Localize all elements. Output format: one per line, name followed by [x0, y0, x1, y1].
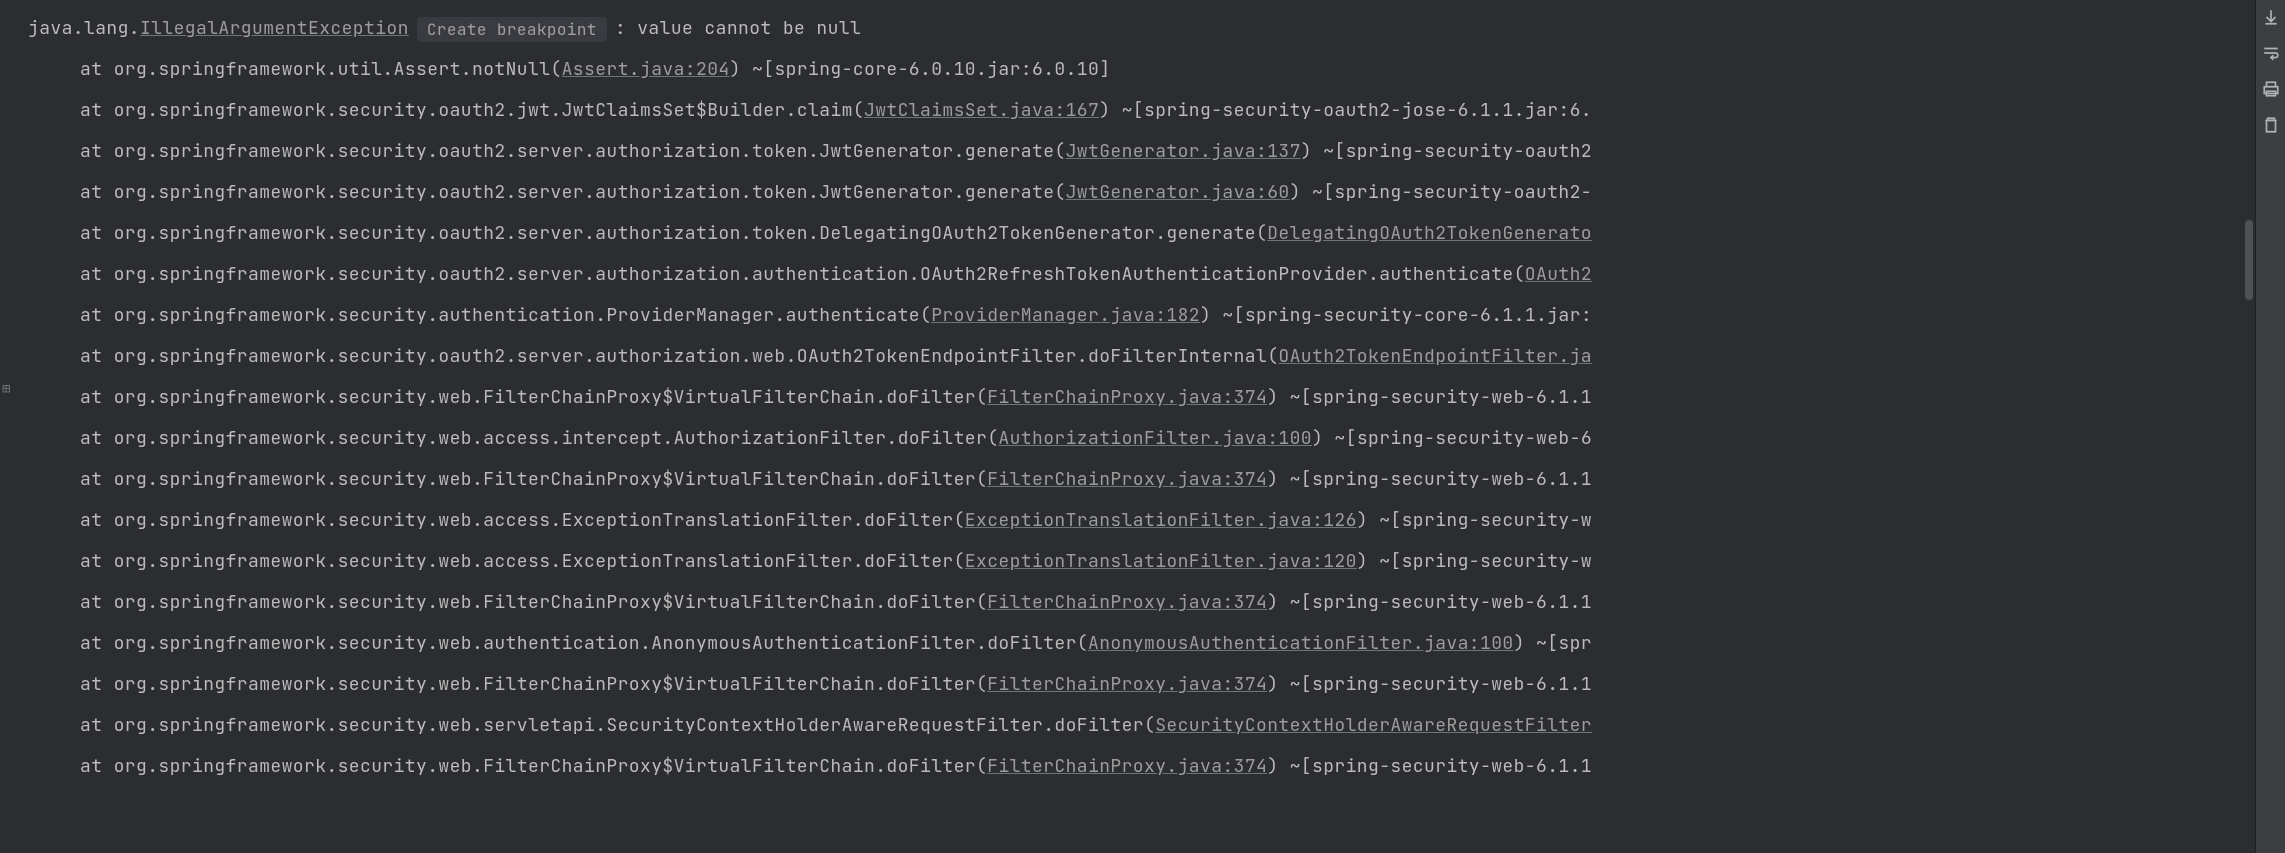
stack-frame-jar: ) ~[spring-security-w [1357, 509, 1592, 532]
stack-frame[interactable]: at org.springframework.security.oauth2.s… [20, 213, 2255, 254]
stack-frame[interactable]: at org.springframework.security.oauth2.s… [20, 336, 2255, 377]
stack-frame[interactable]: at org.springframework.security.web.Filt… [20, 377, 2255, 418]
stack-frame[interactable]: at org.springframework.security.web.acce… [20, 500, 2255, 541]
stack-frame[interactable]: at org.springframework.security.web.acce… [20, 541, 2255, 582]
stack-frame[interactable]: at org.springframework.security.web.acce… [20, 418, 2255, 459]
source-file-link[interactable]: AuthorizationFilter.java:100 [998, 427, 1312, 450]
stack-frame[interactable]: at org.springframework.security.oauth2.j… [20, 90, 2255, 131]
stack-frame-jar: ) ~[spring-security-oauth2- [1290, 181, 1592, 204]
stack-frame-jar: ) ~[spring-security-web-6 [1312, 427, 1592, 450]
scroll-to-end-icon[interactable] [2262, 8, 2280, 26]
source-file-link[interactable]: JwtClaimsSet.java:167 [864, 99, 1099, 122]
stack-frame[interactable]: at org.springframework.security.web.Filt… [20, 664, 2255, 705]
stack-frame-jar: ) ~[spr [1514, 632, 1592, 655]
stack-frame-jar: ) ~[spring-security-oauth2-jose-6.1.1.ja… [1099, 99, 1592, 122]
stack-frame-method: at org.springframework.security.web.acce… [80, 427, 998, 450]
create-breakpoint-inlay[interactable]: Create breakpoint [417, 17, 607, 42]
stack-frame[interactable]: at org.springframework.security.web.Filt… [20, 582, 2255, 623]
stack-frame[interactable]: at org.springframework.security.oauth2.s… [20, 254, 2255, 295]
stack-frame[interactable]: at org.springframework.security.web.Filt… [20, 746, 2255, 787]
stack-frame[interactable]: at org.springframework.security.web.Filt… [20, 459, 2255, 500]
stack-frame-method: at org.springframework.security.authenti… [80, 304, 931, 327]
stack-frame-method: at org.springframework.security.web.acce… [80, 550, 965, 573]
stack-frame-jar: ) ~[spring-security-core-6.1.1.jar: [1200, 304, 1592, 327]
source-file-link[interactable]: SecurityContextHolderAwareRequestFilter [1155, 714, 1592, 737]
stack-frame[interactable]: at org.springframework.security.web.auth… [20, 623, 2255, 664]
stack-frame-jar: ) ~[spring-security-web-6.1.1 [1267, 755, 1592, 778]
stack-frame-method: at org.springframework.security.oauth2.s… [80, 345, 1278, 368]
stack-frame-jar: ) ~[spring-security-w [1357, 550, 1592, 573]
stack-frame-jar: ) ~[spring-core-6.0.10.jar:6.0.10] [730, 58, 1111, 81]
source-file-link[interactable]: JwtGenerator.java:60 [1066, 181, 1290, 204]
right-toolbar [2255, 0, 2285, 853]
stack-frame-jar: ) ~[spring-security-oauth2 [1301, 140, 1592, 163]
source-file-link[interactable]: FilterChainProxy.java:374 [987, 755, 1267, 778]
stack-frame[interactable]: at org.springframework.security.oauth2.s… [20, 172, 2255, 213]
print-icon[interactable] [2262, 80, 2280, 98]
stack-frame[interactable]: at org.springframework.security.authenti… [20, 295, 2255, 336]
stack-frame-method: at org.springframework.security.web.Filt… [80, 591, 987, 614]
source-file-link[interactable]: Assert.java:204 [562, 58, 730, 81]
source-file-link[interactable]: DelegatingOAuth2TokenGenerato [1267, 222, 1592, 245]
stack-frame-method: at org.springframework.security.oauth2.s… [80, 222, 1267, 245]
source-file-link[interactable]: OAuth2 [1525, 263, 1592, 286]
stack-frame-jar: ) ~[spring-security-web-6.1.1 [1267, 591, 1592, 614]
source-file-link[interactable]: FilterChainProxy.java:374 [987, 673, 1267, 696]
soft-wrap-icon[interactable] [2262, 44, 2280, 62]
exception-message: : value cannot be null [615, 17, 861, 40]
source-file-link[interactable]: JwtGenerator.java:137 [1066, 140, 1301, 163]
source-file-link[interactable]: FilterChainProxy.java:374 [987, 591, 1267, 614]
exception-class-link[interactable]: IllegalArgumentException [140, 17, 409, 40]
stack-frame[interactable]: at org.springframework.util.Assert.notNu… [20, 49, 2255, 90]
stack-frame-method: at org.springframework.security.oauth2.s… [80, 263, 1525, 286]
stack-frame[interactable]: at org.springframework.security.web.serv… [20, 705, 2255, 746]
source-file-link[interactable]: FilterChainProxy.java:374 [987, 468, 1267, 491]
stack-frame-jar: ) ~[spring-security-web-6.1.1 [1267, 673, 1592, 696]
gutter: ⊞ [0, 0, 20, 853]
stack-frame-jar: ) ~[spring-security-web-6.1.1 [1267, 468, 1592, 491]
source-file-link[interactable]: AnonymousAuthenticationFilter.java:100 [1088, 632, 1514, 655]
source-file-link[interactable]: FilterChainProxy.java:374 [987, 386, 1267, 409]
stack-frame-method: at org.springframework.security.oauth2.s… [80, 140, 1066, 163]
exception-package: java.lang. [28, 17, 140, 40]
stack-frame-method: at org.springframework.util.Assert.notNu… [80, 58, 562, 81]
source-file-link[interactable]: OAuth2TokenEndpointFilter.ja [1278, 345, 1592, 368]
stack-frame-method: at org.springframework.security.web.Filt… [80, 386, 987, 409]
exception-line[interactable]: java.lang.IllegalArgumentException Create… [20, 8, 2255, 49]
stack-frame-method: at org.springframework.security.oauth2.s… [80, 181, 1066, 204]
stack-frame-method: at org.springframework.security.web.Filt… [80, 468, 987, 491]
source-file-link[interactable]: ExceptionTranslationFilter.java:126 [965, 509, 1357, 532]
source-file-link[interactable]: ExceptionTranslationFilter.java:120 [965, 550, 1357, 573]
stack-frame-method: at org.springframework.security.web.auth… [80, 632, 1088, 655]
stack-frame-jar: ) ~[spring-security-web-6.1.1 [1267, 386, 1592, 409]
stack-frame-method: at org.springframework.security.web.serv… [80, 714, 1155, 737]
vertical-scrollbar[interactable] [2243, 0, 2255, 853]
stack-frame-method: at org.springframework.security.oauth2.j… [80, 99, 864, 122]
clear-all-icon[interactable] [2262, 116, 2280, 134]
console-output[interactable]: java.lang.IllegalArgumentException Create… [20, 0, 2255, 853]
stack-frame-method: at org.springframework.security.web.acce… [80, 509, 965, 532]
stack-frame-method: at org.springframework.security.web.Filt… [80, 673, 987, 696]
expand-fold-icon[interactable]: ⊞ [2, 380, 10, 398]
stack-frame[interactable]: at org.springframework.security.oauth2.s… [20, 131, 2255, 172]
source-file-link[interactable]: ProviderManager.java:182 [931, 304, 1200, 327]
vertical-scrollbar-thumb[interactable] [2245, 220, 2253, 300]
stack-frame-method: at org.springframework.security.web.Filt… [80, 755, 987, 778]
